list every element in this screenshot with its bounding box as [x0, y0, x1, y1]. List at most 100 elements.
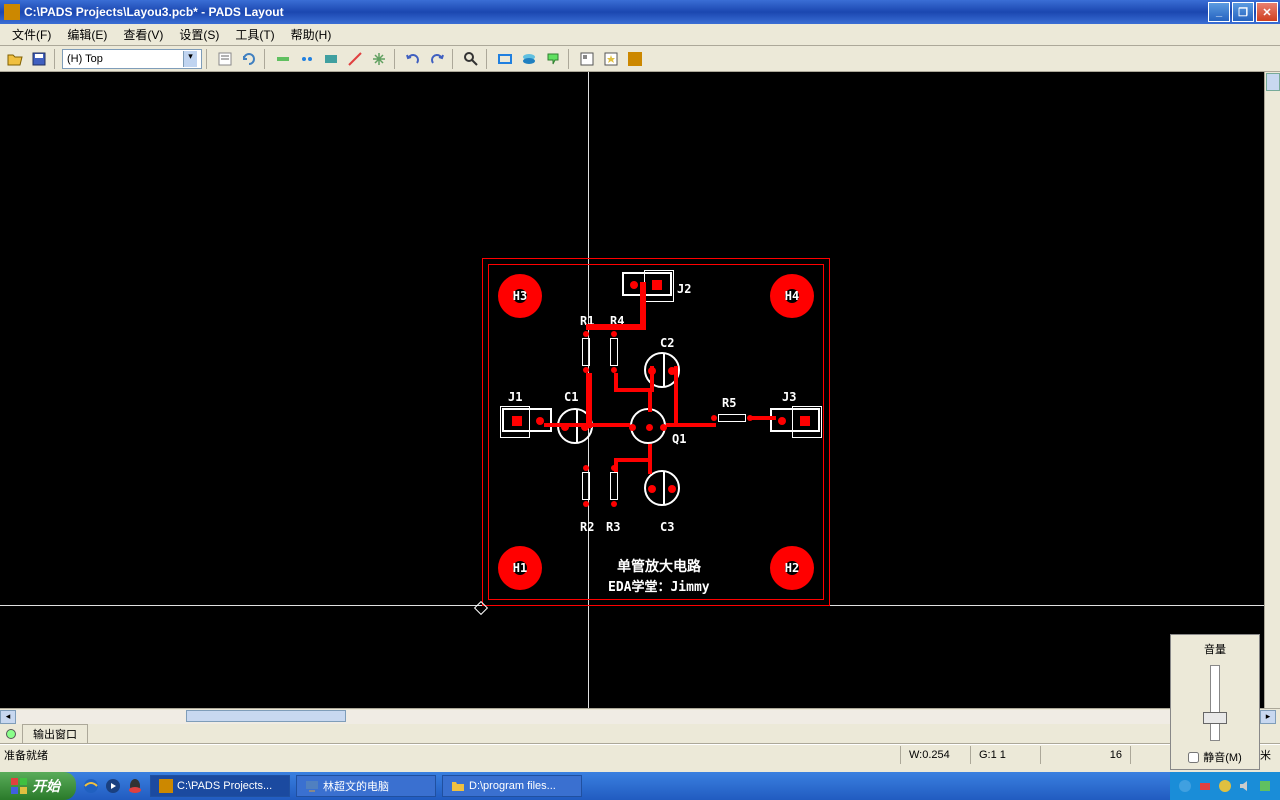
resistor-r5[interactable] [718, 414, 746, 422]
dimension-toolbar-button[interactable] [296, 48, 318, 70]
tray-icon-3[interactable] [1218, 779, 1232, 793]
design-canvas[interactable]: H3 H4 H1 H2 J2 J1 J3 R1 R4 R2 R3 R5 C1 [0, 72, 1280, 708]
tray-icon-2[interactable] [1198, 779, 1212, 793]
maximize-button[interactable]: ❐ [1232, 2, 1254, 22]
label-j2: J2 [677, 282, 691, 296]
tray-icon-1[interactable] [1178, 779, 1192, 793]
taskbar-item-folder[interactable]: D:\program files... [442, 775, 582, 797]
output-window-button[interactable] [542, 48, 564, 70]
ie-icon[interactable] [82, 777, 100, 795]
resistor-r1[interactable] [582, 338, 590, 366]
menu-edit[interactable]: 编辑(E) [59, 24, 115, 45]
volume-popup[interactable]: 音量 静音(M) [1170, 634, 1260, 770]
mute-checkbox[interactable] [1188, 752, 1199, 763]
status-coord: 16 [1040, 746, 1130, 764]
cycle-button[interactable] [238, 48, 260, 70]
zoom-button[interactable] [460, 48, 482, 70]
minimize-button[interactable]: _ [1208, 2, 1230, 22]
mounting-hole-h1[interactable]: H1 [498, 546, 542, 590]
menu-tools[interactable]: 工具(T) [227, 24, 282, 45]
menu-view[interactable]: 查看(V) [115, 24, 171, 45]
resistor-r4[interactable] [610, 338, 618, 366]
connector-j2[interactable] [622, 272, 672, 296]
silk-text-line1: 单管放大电路 [617, 556, 701, 576]
board-button[interactable] [494, 48, 516, 70]
pcb-trace [544, 423, 592, 427]
pcb-trace [614, 458, 652, 462]
ecm-toolbar-button[interactable] [320, 48, 342, 70]
bga-toolbar-button[interactable] [368, 48, 390, 70]
resistor-r2[interactable] [582, 472, 590, 500]
status-width: W:0.254 [900, 746, 970, 764]
output-window-tab[interactable]: 输出窗口 [22, 724, 88, 744]
label-c3: C3 [660, 520, 674, 534]
redo-button[interactable] [426, 48, 448, 70]
undo-button[interactable] [402, 48, 424, 70]
project-button[interactable] [576, 48, 598, 70]
status-ready: 准备就绪 [0, 747, 900, 763]
layer-dropdown[interactable]: (H) Top ▾ [62, 49, 202, 69]
open-button[interactable] [4, 48, 26, 70]
windows-logo-icon [10, 777, 28, 795]
label-r2: R2 [580, 520, 594, 534]
design-toolbar-button[interactable] [272, 48, 294, 70]
quick-launch [82, 777, 144, 795]
chevron-down-icon: ▾ [183, 51, 197, 67]
close-button[interactable]: ✕ [1256, 2, 1278, 22]
properties-button[interactable] [214, 48, 236, 70]
status-bar: 准备就绪 W:0.254 G:1 1 16 毫米 [0, 744, 1280, 764]
pcb-trace [748, 416, 776, 420]
menu-file[interactable]: 文件(F) [4, 24, 59, 45]
taskbar-item-pads[interactable]: C:\PADS Projects... [150, 775, 290, 797]
mounting-hole-h2[interactable]: H2 [770, 546, 814, 590]
label-j1: J1 [508, 390, 522, 404]
pcb-trace [674, 366, 678, 426]
menu-help[interactable]: 帮助(H) [283, 24, 340, 45]
volume-slider[interactable] [1210, 665, 1220, 741]
capacitor-c3[interactable] [644, 470, 680, 506]
pcb-trace [650, 366, 654, 390]
scroll-right-icon[interactable]: ▸ [1260, 710, 1276, 724]
pads-icon[interactable] [624, 48, 646, 70]
mounting-hole-h3[interactable]: H3 [498, 274, 542, 318]
qq-icon[interactable] [126, 777, 144, 795]
media-icon[interactable] [104, 777, 122, 795]
pcb-board: H3 H4 H1 H2 J2 J1 J3 R1 R4 R2 R3 R5 C1 [482, 258, 830, 606]
tray-icon-5[interactable] [1258, 779, 1272, 793]
windows-taskbar: 开始 C:\PADS Projects... 林超文的电脑 D:\program… [0, 772, 1280, 800]
taskbar-item-computer[interactable]: 林超文的电脑 [296, 775, 436, 797]
favorites-button[interactable] [600, 48, 622, 70]
label-c2: C2 [660, 336, 674, 350]
pcb-trace [674, 423, 710, 427]
system-tray[interactable] [1170, 772, 1280, 800]
menu-setup[interactable]: 设置(S) [171, 24, 227, 45]
app-icon [4, 4, 20, 20]
horizontal-scrollbar[interactable]: ◂ ▸ [0, 708, 1280, 724]
label-r5: R5 [722, 396, 736, 410]
label-r3: R3 [606, 520, 620, 534]
vertical-scrollbar[interactable] [1264, 72, 1280, 708]
label-j3: J3 [782, 390, 796, 404]
transistor-q1[interactable] [630, 408, 666, 444]
toolbar: (H) Top ▾ [0, 46, 1280, 72]
output-panel-tabbar: 输出窗口 [0, 724, 1280, 744]
pcb-trace [592, 423, 630, 427]
resistor-r3[interactable] [610, 472, 618, 500]
volume-title: 音量 [1171, 641, 1259, 657]
pcb-trace [648, 388, 652, 412]
save-button[interactable] [28, 48, 50, 70]
volume-tray-icon[interactable] [1238, 779, 1252, 793]
pcb-trace [586, 373, 592, 428]
start-button[interactable]: 开始 [0, 772, 76, 800]
connector-j3[interactable] [770, 408, 820, 432]
label-c1: C1 [564, 390, 578, 404]
mounting-hole-h4[interactable]: H4 [770, 274, 814, 318]
pcb-trace [640, 282, 646, 330]
scroll-left-icon[interactable]: ◂ [0, 710, 16, 724]
pcb-trace [586, 324, 646, 330]
layer-display-button[interactable] [518, 48, 540, 70]
route-button[interactable] [344, 48, 366, 70]
status-grid: G:1 1 [970, 746, 1040, 764]
connector-j1[interactable] [502, 408, 552, 432]
title-bar: C:\PADS Projects\Layou3.pcb* - PADS Layo… [0, 0, 1280, 24]
